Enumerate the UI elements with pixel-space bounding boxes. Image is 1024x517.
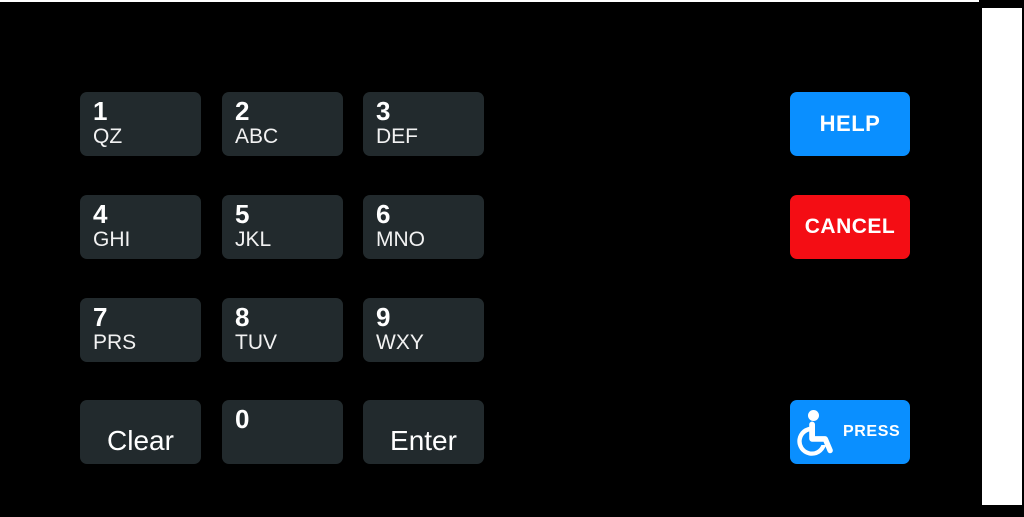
key-9[interactable]: 9 WXY	[363, 298, 484, 362]
key-4[interactable]: 4 GHI	[80, 195, 201, 259]
key-digit: 2	[235, 96, 250, 126]
key-letters: QZ	[93, 125, 123, 148]
key-5[interactable]: 5 JKL	[222, 195, 343, 259]
clear-button[interactable]: Clear	[80, 400, 201, 464]
cancel-label: CANCEL	[804, 215, 896, 238]
pinpad-screen: 1 QZ 2 ABC 3 DEF 4 GHI 5 JKL 6 MNO 7 PRS	[0, 0, 1024, 517]
enter-button[interactable]: Enter	[363, 400, 484, 464]
key-1[interactable]: 1 QZ	[80, 92, 201, 156]
card-reader-strip	[982, 8, 1022, 505]
key-letters: DEF	[376, 125, 418, 148]
key-2[interactable]: 2 ABC	[222, 92, 343, 156]
accessibility-press-button[interactable]: PRESS	[790, 400, 910, 464]
help-button[interactable]: HELP	[790, 92, 910, 156]
numeric-keypad: 1 QZ 2 ABC 3 DEF 4 GHI 5 JKL 6 MNO 7 PRS	[80, 92, 484, 464]
key-digit: 6	[376, 199, 391, 229]
key-letters: ABC	[235, 125, 279, 148]
key-letters: TUV	[235, 331, 277, 354]
key-letters: PRS	[93, 331, 137, 354]
key-digit: 4	[93, 199, 108, 229]
key-digit: 5	[235, 199, 250, 229]
key-letters: JKL	[235, 228, 272, 251]
cancel-button[interactable]: CANCEL	[790, 195, 910, 259]
key-digit: 7	[93, 302, 108, 332]
key-6[interactable]: 6 MNO	[363, 195, 484, 259]
key-letters: GHI	[93, 228, 131, 251]
key-digit: 1	[93, 96, 108, 126]
key-digit: 8	[235, 302, 250, 332]
key-digit: 9	[376, 302, 391, 332]
key-3[interactable]: 3 DEF	[363, 92, 484, 156]
key-7[interactable]: 7 PRS	[80, 298, 201, 362]
key-0[interactable]: 0	[222, 400, 343, 464]
help-label: HELP	[819, 111, 881, 136]
key-letters: WXY	[376, 331, 424, 354]
key-8[interactable]: 8 TUV	[222, 298, 343, 362]
key-letters: MNO	[376, 228, 425, 251]
clear-label: Clear	[107, 425, 174, 456]
press-label: PRESS	[843, 423, 901, 440]
enter-label: Enter	[390, 425, 457, 456]
key-digit: 3	[376, 96, 391, 126]
wheelchair-icon	[797, 410, 833, 456]
key-digit: 0	[235, 404, 250, 434]
top-edge-highlight	[0, 0, 979, 2]
